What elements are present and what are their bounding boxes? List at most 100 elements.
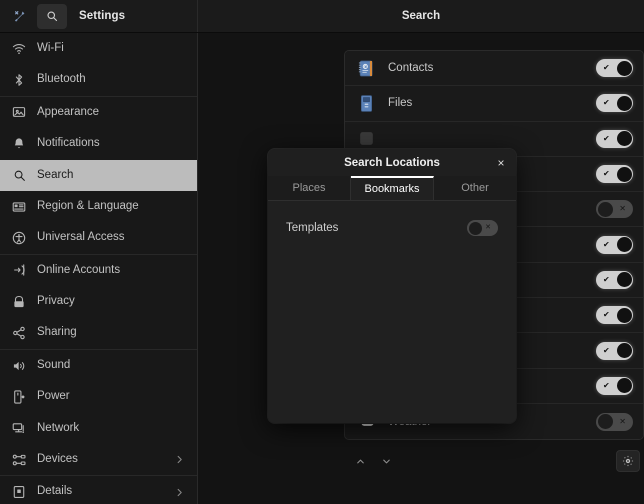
dialog-tab-bookmarks[interactable]: Bookmarks [351,176,434,200]
check-icon: ✔ [603,274,610,284]
sidebar-item-label: Universal Access [37,231,125,244]
reorder-controls [348,450,398,472]
toggle-files[interactable]: ✔ [596,94,633,113]
chevron-down-icon[interactable] [374,450,398,472]
sound-icon [12,359,26,373]
sidebar-item-power[interactable]: Power [0,381,197,412]
sidebar-item-label: Privacy [37,295,75,308]
sidebar-item-label: Notifications [37,137,100,150]
online-accounts-icon [12,263,26,277]
toggle-knob [597,414,613,430]
toggle-knob [616,131,632,147]
sidebar-item-privacy[interactable]: Privacy [0,286,197,317]
toggle-contacts[interactable]: ✔ [596,59,633,78]
header-search-button[interactable] [37,3,67,29]
sidebar-item-sharing[interactable]: Sharing [0,318,197,349]
bell-icon [12,137,26,151]
toggle-knob [616,272,632,288]
sidebar-item-label: Appearance [37,105,100,118]
cross-icon: ✕ [485,224,491,231]
toggle-app-9[interactable]: ✔ [596,376,633,395]
toggle-weather[interactable]: ✕ [596,412,633,431]
window-body: Wi-Fi Bluetooth Appearance Notifications Sea… [0,33,644,504]
dialog-location-label: Templates [286,222,339,234]
sidebar-item-details[interactable]: Details [0,476,197,504]
sidebar-item-label: Online Accounts [37,263,121,276]
bluetooth-icon [12,73,26,87]
sidebar: Wi-Fi Bluetooth Appearance Notifications Sea… [0,33,198,504]
sidebar-item-network[interactable]: Network [0,413,197,444]
region-icon [12,200,26,214]
header-left: Settings [0,0,198,32]
sidebar-item-online-accounts[interactable]: Online Accounts [0,255,197,286]
sidebar-item-appearance[interactable]: Appearance [0,97,197,128]
search-list-toolbar [344,446,644,476]
sidebar-item-notifications[interactable]: Notifications [0,128,197,159]
chevron-right-icon [174,454,185,465]
toggle-knob [616,60,632,76]
check-icon: ✔ [603,380,610,390]
sidebar-item-region-language[interactable]: Region & Language [0,191,197,222]
sidebar-item-wi-fi[interactable]: Wi-Fi [0,33,197,64]
toggle-app-5[interactable]: ✔ [596,235,633,254]
chevron-up-icon[interactable] [348,450,372,472]
dialog-header: Search Locations × [268,149,516,176]
sidebar-item-sound[interactable]: Sound [0,350,197,381]
sidebar-item-search[interactable]: Search [0,159,197,191]
app-icon [357,129,376,148]
toggle-app-7[interactable]: ✔ [596,306,633,325]
settings-window: Settings Search Wi-Fi Bluetooth Appearance… [0,0,644,504]
toggle-app-2[interactable]: ✔ [596,129,633,148]
window-title: Settings [79,10,126,22]
sidebar-item-label: Sound [37,358,71,371]
search-provider-row[interactable]: Contacts ✔ [345,51,643,87]
dialog-tab-bar: Places Bookmarks Other [268,176,516,201]
sidebar-item-devices[interactable]: Devices [0,444,197,475]
toggle-app-6[interactable]: ✔ [596,270,633,289]
dialog-tab-label: Places [292,182,326,194]
toggle-knob [616,166,632,182]
check-icon: ✔ [603,169,610,179]
search-provider-row[interactable]: Files ✔ [345,86,643,122]
toggle-knob [597,201,613,217]
sidebar-item-label: Search [37,168,74,181]
wrench-icon[interactable] [5,4,35,29]
check-icon: ✔ [603,345,610,355]
cross-icon: ✕ [619,204,626,214]
check-icon: ✔ [603,310,610,320]
dialog-title: Search Locations [344,156,440,169]
privacy-icon [12,295,26,309]
sidebar-item-label: Details [37,485,73,498]
toggle-knob [616,95,632,111]
search-provider-label: Contacts [388,62,434,75]
header-right: Search [198,0,644,32]
close-icon[interactable]: × [492,154,510,172]
toggle-app-4[interactable]: ✕ [596,200,633,219]
gear-icon[interactable] [616,450,640,473]
sidebar-item-bluetooth[interactable]: Bluetooth [0,64,197,95]
sidebar-item-label: Wi-Fi [37,41,64,54]
dialog-location-row: Templates ✕ [286,215,498,241]
sidebar-item-label: Bluetooth [37,73,86,86]
sharing-icon [12,326,26,340]
sidebar-item-label: Devices [37,453,78,466]
check-icon: ✔ [603,239,610,249]
files-icon [357,94,376,113]
toggle-app-3[interactable]: ✔ [596,165,633,184]
dialog-tab-other[interactable]: Other [434,176,516,200]
network-icon [12,421,26,435]
toggle-app-8[interactable]: ✔ [596,341,633,360]
toggle-templates[interactable]: ✕ [467,220,498,236]
accessibility-icon [12,231,26,245]
sidebar-item-universal-access[interactable]: Universal Access [0,222,197,253]
toggle-knob [616,378,632,394]
toggle-knob [616,237,632,253]
details-icon [12,485,26,499]
dialog-tab-places[interactable]: Places [268,176,351,200]
dialog-tab-label: Other [461,182,489,194]
power-icon [12,390,26,404]
dialog-tab-label: Bookmarks [364,183,420,195]
search-provider-label: Files [388,97,413,110]
search-locations-dialog: Search Locations × Places Bookmarks Other … [268,149,516,423]
check-icon: ✔ [603,133,610,143]
